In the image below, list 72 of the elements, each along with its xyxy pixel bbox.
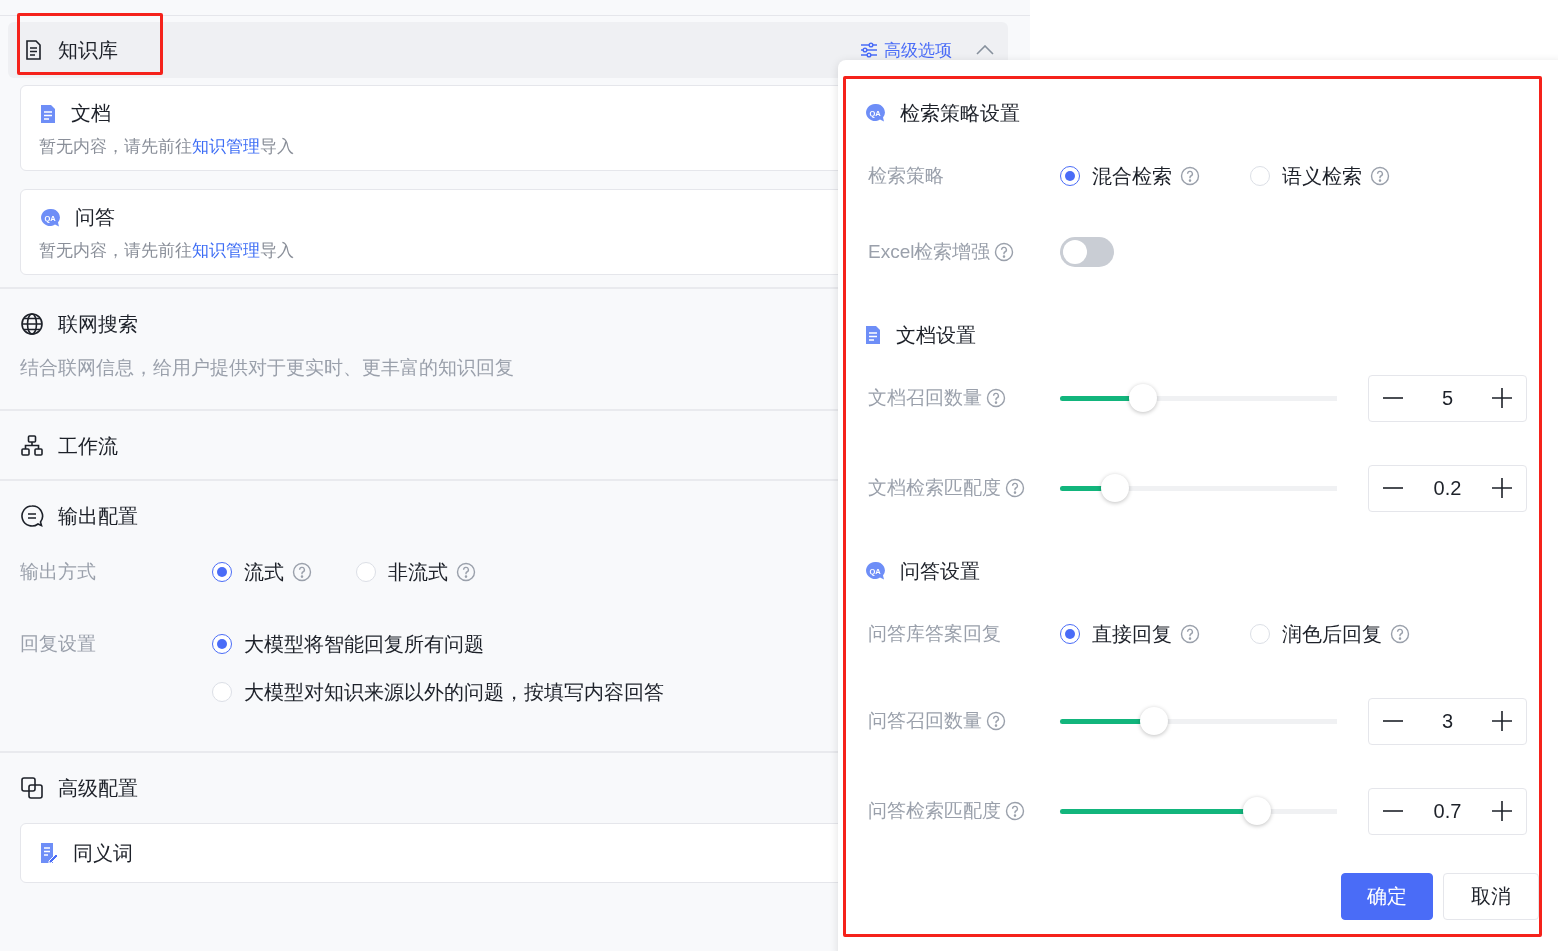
- radio-button[interactable]: [1060, 166, 1080, 186]
- cancel-button[interactable]: 取消: [1443, 873, 1539, 920]
- stepper-value: 5: [1441, 386, 1454, 410]
- section-title: 输出配置: [58, 503, 138, 529]
- card-title: 同义词: [73, 840, 133, 866]
- minus-icon: [1383, 720, 1403, 722]
- increment-button[interactable]: [1490, 709, 1514, 733]
- number-stepper[interactable]: 0.2: [1368, 464, 1527, 512]
- field-label: 问答检索匹配度: [868, 799, 1001, 823]
- minus-icon: [1383, 397, 1403, 399]
- section-title: 检索策略设置: [900, 100, 1020, 126]
- radio-option[interactable]: 语义检索: [1250, 161, 1362, 191]
- field-label: Excel检索增强: [868, 240, 991, 264]
- slider-handle[interactable]: [1101, 474, 1130, 502]
- increment-button[interactable]: [1490, 799, 1514, 823]
- chevron-up-icon[interactable]: [976, 45, 994, 55]
- confirm-button[interactable]: 确定: [1341, 873, 1433, 920]
- field-label: 问答库答案回复: [868, 622, 1001, 646]
- stepper-value: 3: [1441, 709, 1454, 733]
- toggle-switch[interactable]: [1060, 237, 1114, 267]
- copy-icon: [20, 776, 44, 800]
- plus-icon: [1490, 476, 1514, 500]
- document-icon: [39, 103, 57, 124]
- radio-option[interactable]: 流式: [212, 557, 284, 587]
- document-icon: [864, 325, 882, 345]
- slider-handle[interactable]: [1242, 797, 1271, 825]
- radio-option[interactable]: 大模型对知识来源以外的问题，按填写内容回答: [212, 677, 664, 707]
- card-title: 问答: [75, 205, 115, 230]
- number-stepper[interactable]: 5: [1368, 374, 1527, 422]
- section-title: 文档设置: [896, 322, 976, 348]
- section-title: 联网搜索: [58, 311, 138, 337]
- slider-handle[interactable]: [1140, 707, 1169, 735]
- section-description: 结合联网信息，给用户提供对于更实时、更丰富的知识回复: [20, 356, 514, 380]
- settings-icon: [860, 42, 878, 58]
- radio-option[interactable]: 非流式: [356, 557, 448, 587]
- advanced-options-link[interactable]: 高级选项: [860, 38, 952, 62]
- field-label: 回复设置: [20, 632, 97, 656]
- minus-icon: [1383, 487, 1403, 489]
- increment-button[interactable]: [1490, 476, 1514, 500]
- plus-icon: [1490, 799, 1514, 823]
- radio-button[interactable]: [212, 562, 232, 582]
- field-label: 文档召回数量: [868, 386, 982, 410]
- number-stepper[interactable]: 3: [1368, 697, 1527, 745]
- edit-document-icon: [39, 842, 59, 864]
- plus-icon: [1490, 709, 1514, 733]
- radio-option[interactable]: 润色后回复: [1250, 619, 1382, 649]
- field-label: 输出方式: [20, 560, 97, 584]
- radio-button[interactable]: [1060, 624, 1080, 644]
- radio-option[interactable]: 混合检索: [1060, 161, 1172, 191]
- radio-option[interactable]: 大模型将智能回复所有问题: [212, 629, 484, 659]
- chat-icon: [20, 504, 44, 528]
- stepper-value: 0.7: [1433, 799, 1462, 823]
- workflow-icon: [20, 434, 44, 458]
- card-title: 文档: [71, 101, 111, 126]
- field-label: 问答召回数量: [868, 709, 982, 733]
- field-label: 检索策略: [868, 164, 944, 188]
- globe-icon: [20, 312, 44, 336]
- section-title: 问答设置: [900, 558, 980, 584]
- field-label: 文档检索匹配度: [868, 476, 1001, 500]
- section-title: 工作流: [58, 433, 118, 459]
- knowledge-management-link[interactable]: 知识管理: [192, 137, 260, 156]
- section-title: 高级配置: [58, 775, 138, 801]
- radio-button[interactable]: [212, 634, 232, 654]
- radio-option[interactable]: 直接回复: [1060, 619, 1172, 649]
- plus-icon: [1490, 386, 1514, 410]
- minus-icon: [1383, 810, 1403, 812]
- slider-handle[interactable]: [1129, 384, 1158, 412]
- stepper-value: 0.2: [1433, 476, 1462, 500]
- knowledge-management-link[interactable]: 知识管理: [192, 241, 260, 260]
- number-stepper[interactable]: 0.7: [1368, 787, 1527, 835]
- increment-button[interactable]: [1490, 386, 1514, 410]
- section-title: 知识库: [58, 37, 119, 63]
